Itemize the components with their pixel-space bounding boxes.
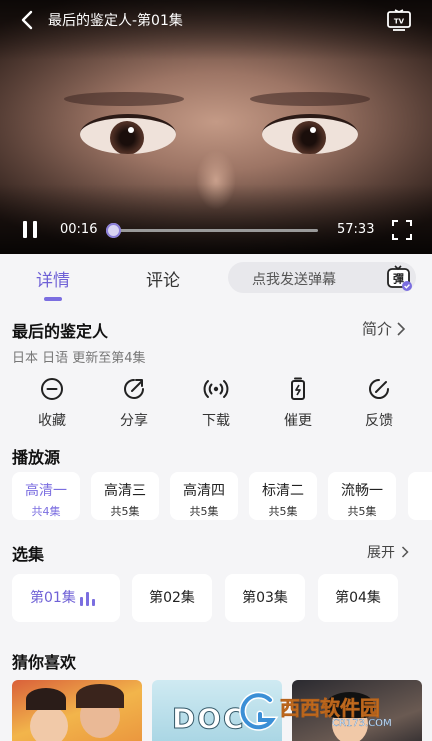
source-list: 高清一 共4集 高清三 共5集 高清四 共5集 标清二 共5集 流畅一 共5集 xyxy=(12,472,432,522)
danmaku-input[interactable]: 点我发送弹幕 彈 xyxy=(228,262,416,293)
episode-list: 第01集 第02集 第03集 第04集 xyxy=(12,574,432,624)
video-player[interactable]: 最后的鉴定人-第01集 TV 00:16 57:33 xyxy=(0,0,432,254)
chevron-right-icon xyxy=(401,546,409,558)
current-time: 00:16 xyxy=(60,222,98,237)
expand-button[interactable]: 展开 xyxy=(367,542,409,562)
video-frame-detail xyxy=(64,92,184,106)
episode-label: 第03集 xyxy=(242,590,288,606)
back-arrow-icon[interactable] xyxy=(16,8,40,32)
intro-label: 简介 xyxy=(362,320,393,338)
source-card-partial[interactable] xyxy=(408,472,432,520)
urge-update-icon xyxy=(291,377,305,400)
download-icon xyxy=(203,380,229,398)
source-card[interactable]: 高清四 共5集 xyxy=(170,472,238,520)
svg-text:TV: TV xyxy=(394,18,405,26)
video-title: 最后的鉴定人-第01集 xyxy=(48,13,183,29)
action-label: 下载 xyxy=(202,413,230,429)
source-card[interactable]: 高清三 共5集 xyxy=(91,472,159,520)
episode-card[interactable]: 第03集 xyxy=(225,574,305,622)
show-title: 最后的鉴定人 xyxy=(12,322,109,341)
action-row: 收藏 分享 下载 催更 反馈 xyxy=(0,376,432,436)
download-button[interactable]: 下载 xyxy=(186,376,246,430)
source-name: 流畅一 xyxy=(341,483,383,499)
favorite-button[interactable]: 收藏 xyxy=(22,376,82,430)
fullscreen-icon[interactable] xyxy=(392,220,412,240)
episode-card[interactable]: 第04集 xyxy=(318,574,398,622)
video-frame-detail xyxy=(80,114,176,154)
video-frame-detail xyxy=(196,150,236,210)
tv-cast-icon[interactable]: TV xyxy=(386,8,412,32)
source-name: 高清三 xyxy=(104,483,146,499)
source-episode-count: 共5集 xyxy=(347,505,377,518)
action-label: 收藏 xyxy=(38,413,66,429)
now-playing-icon xyxy=(80,592,100,606)
source-episode-count: 共4集 xyxy=(31,505,61,518)
action-label: 反馈 xyxy=(365,413,393,429)
source-card[interactable]: 流畅一 共5集 xyxy=(328,472,396,520)
episodes-title: 选集 xyxy=(12,545,45,564)
video-frame-detail xyxy=(262,114,358,154)
share-icon xyxy=(124,379,144,399)
episode-label: 第02集 xyxy=(149,590,195,606)
progress-bar[interactable] xyxy=(106,223,318,238)
source-name: 高清一 xyxy=(25,483,67,499)
pause-icon[interactable] xyxy=(20,219,40,241)
feedback-icon xyxy=(369,379,389,399)
watermark-url: CR173.COM xyxy=(332,718,392,729)
danmaku-toggle-icon[interactable]: 彈 xyxy=(385,264,413,292)
episode-card[interactable]: 第01集 xyxy=(12,574,120,622)
thumbnail-text: DOC xyxy=(172,702,246,736)
tab-details[interactable]: 详情 xyxy=(36,266,70,291)
sources-title: 播放源 xyxy=(12,448,61,467)
expand-label: 展开 xyxy=(367,545,395,561)
danmaku-placeholder: 点我发送弹幕 xyxy=(252,272,336,288)
episode-label: 第01集 xyxy=(30,590,76,606)
tab-indicator xyxy=(44,297,62,301)
episode-card[interactable]: 第02集 xyxy=(132,574,212,622)
player-top-bar: 最后的鉴定人-第01集 TV xyxy=(0,0,432,40)
content-panel: 详情 评论 点我发送弹幕 彈 最后的鉴定人 简介 日本 日语 更新至第4集 收藏… xyxy=(0,254,432,741)
feedback-button[interactable]: 反馈 xyxy=(349,376,409,430)
episode-label: 第04集 xyxy=(335,590,381,606)
source-card[interactable]: 高清一 共4集 xyxy=(12,472,80,520)
svg-text:彈: 彈 xyxy=(393,273,404,286)
source-name: 标清二 xyxy=(262,483,304,499)
source-episode-count: 共5集 xyxy=(110,505,140,518)
chevron-right-icon xyxy=(397,321,406,336)
favorite-icon xyxy=(41,378,63,400)
player-controls: 00:16 57:33 xyxy=(0,210,432,250)
watermark-name: 西西软件园 xyxy=(280,696,381,721)
total-time: 57:33 xyxy=(337,222,375,237)
recommend-title: 猜你喜欢 xyxy=(12,653,77,672)
watermark-logo: 西西软件园 CR173.COM xyxy=(236,690,412,734)
source-name: 高清四 xyxy=(183,483,225,499)
video-frame-detail xyxy=(250,92,370,106)
show-meta: 日本 日语 更新至第4集 xyxy=(12,351,146,366)
tab-comments[interactable]: 评论 xyxy=(146,266,180,291)
tab-bar: 详情 评论 点我发送弹幕 彈 xyxy=(0,254,432,304)
action-label: 催更 xyxy=(284,413,312,429)
progress-thumb[interactable] xyxy=(106,223,122,238)
intro-button[interactable]: 简介 xyxy=(362,318,406,339)
watermark-g-logo xyxy=(239,691,279,731)
source-episode-count: 共5集 xyxy=(268,505,298,518)
recommend-thumbnail[interactable] xyxy=(12,680,142,741)
share-button[interactable]: 分享 xyxy=(104,376,164,430)
source-episode-count: 共5集 xyxy=(189,505,219,518)
action-label: 分享 xyxy=(120,413,148,429)
source-card[interactable]: 标清二 共5集 xyxy=(249,472,317,520)
urge-update-button[interactable]: 催更 xyxy=(268,376,328,430)
